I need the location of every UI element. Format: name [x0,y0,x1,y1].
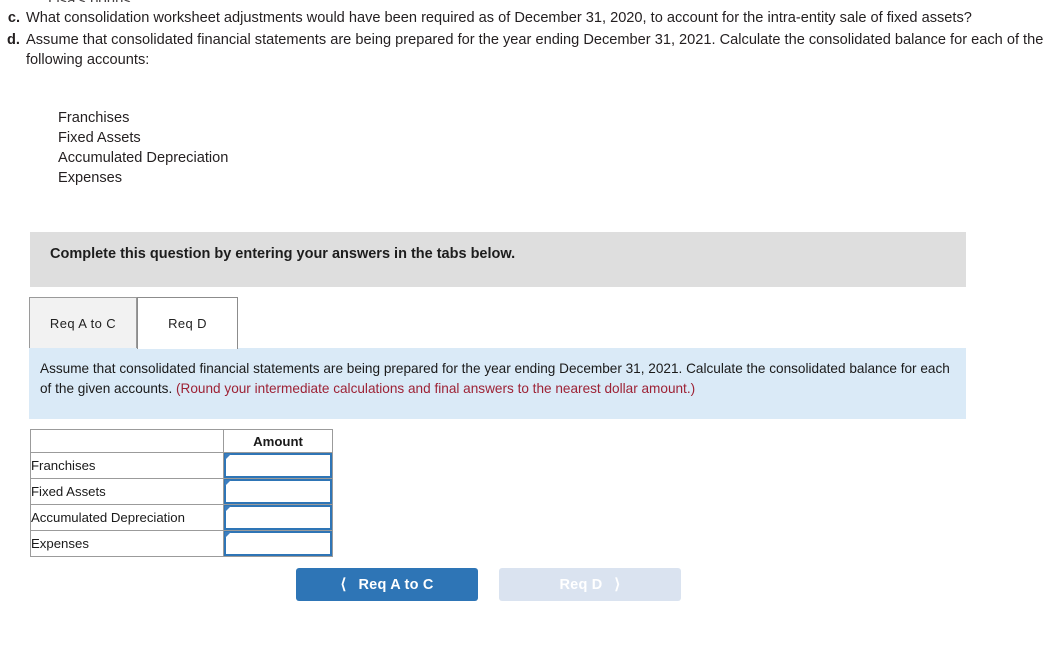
answer-row-label-expenses: Expenses [30,530,224,557]
answer-input-cell-franchises[interactable] [223,452,333,479]
question-item-d: d. Assume that consolidated financial st… [0,30,1057,70]
table-row: Franchises [30,452,333,479]
question-text-c: What consolidation worksheet adjustments… [26,10,972,26]
tab-strip: Req A to C Req D [29,297,966,349]
answer-input-cell-fixed-assets[interactable] [223,478,333,505]
question-text-d: Assume that consolidated financial state… [26,32,1044,68]
cell-marker-triangle-icon [225,532,231,538]
question-list: c. What consolidation worksheet adjustme… [0,8,1057,72]
cell-marker-triangle-icon [225,506,231,512]
prev-button-label: Req A to C [358,576,434,593]
account-name-list: Franchises Fixed Assets Accumulated Depr… [58,108,228,188]
question-letter-d: d. [7,32,20,48]
table-row: Fixed Assets [30,478,333,505]
banner-text: Complete this question by entering your … [50,246,516,262]
complete-question-banner: Complete this question by entering your … [30,232,966,287]
tab-req-a-to-c[interactable]: Req A to C [29,297,137,348]
account-list-item-fixed-assets: Fixed Assets [58,130,141,146]
instruction-text: Assume that consolidated financial state… [40,359,956,398]
amount-input-accumulated-depreciation[interactable] [224,505,332,530]
account-list-item-franchises: Franchises [58,110,130,126]
next-button-label: Req D [559,576,603,593]
prev-req-a-to-c-button[interactable]: ⟨ Req A to C [296,568,478,601]
answer-input-cell-accumulated-depreciation[interactable] [223,504,333,531]
cell-marker-triangle-icon [225,480,231,486]
cell-marker-triangle-icon [225,454,231,460]
answer-input-cell-expenses[interactable] [223,530,333,557]
amount-input-fixed-assets[interactable] [224,479,332,504]
answer-row-label-franchises: Franchises [30,452,224,479]
amount-input-expenses[interactable] [224,531,332,556]
tab-navigation-bar: ⟨ Req A to C Req D ⟩ [296,568,996,604]
answer-table-header-row: Amount [30,429,333,453]
question-item-c: c. What consolidation worksheet adjustme… [0,8,1057,28]
partial-previous-line: Lisa's bonus. [48,0,135,2]
table-row: Expenses [30,530,333,557]
instruction-panel: Assume that consolidated financial state… [29,348,966,419]
account-list-item-accumulated-depreciation: Accumulated Depreciation [58,150,229,166]
answer-table-header-amount: Amount [223,429,333,453]
table-row: Accumulated Depreciation [30,504,333,531]
tab-req-a-to-c-label: Req A to C [49,315,117,331]
question-letter-c: c. [7,10,20,26]
tab-req-d[interactable]: Req D [137,297,238,349]
chevron-left-icon: ⟨ [340,576,347,593]
next-req-d-button[interactable]: Req D ⟩ [499,568,681,601]
instruction-rounding-note: (Round your intermediate calculations an… [176,380,696,396]
chevron-right-icon: ⟩ [614,576,621,593]
answer-table-header-blank [30,429,224,453]
answer-table: Amount Franchises Fixed Assets Accumulat… [30,429,333,557]
answer-row-label-fixed-assets: Fixed Assets [30,478,224,505]
account-list-item-expenses: Expenses [58,170,123,186]
answer-row-label-accumulated-depreciation: Accumulated Depreciation [30,504,224,531]
tab-req-d-label: Req D [168,316,207,331]
amount-input-franchises[interactable] [224,453,332,478]
